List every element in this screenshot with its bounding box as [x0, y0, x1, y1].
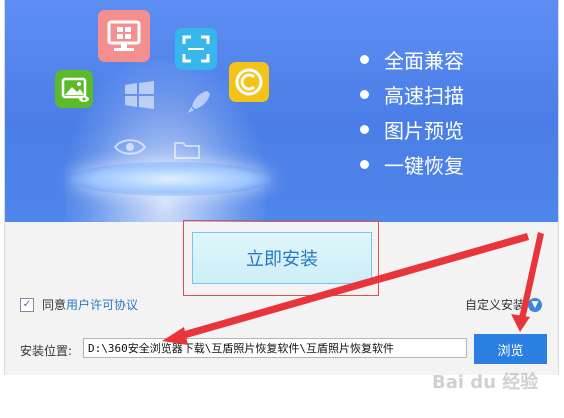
eye-icon [113, 136, 147, 158]
installer-window: 全面兼容 高速扫描 图片预览 一键恢复 [4, 0, 559, 375]
image-icon [55, 70, 93, 108]
bullet-dot [360, 90, 369, 99]
agree-label: 同意 [42, 298, 67, 312]
feature-label: 图片预览 [384, 119, 464, 143]
feature-item: 高速扫描 [360, 77, 464, 112]
install-location-label: 安装位置: [20, 344, 73, 358]
browse-button[interactable]: 浏览 [474, 334, 547, 364]
install-path-input[interactable] [83, 338, 467, 358]
install-now-button[interactable]: 立即安装 [192, 232, 372, 284]
watermark: Bai du 经验 [432, 372, 539, 393]
monitor-icon [98, 10, 150, 62]
feature-label: 一键恢复 [384, 154, 464, 178]
feature-list: 全面兼容 高速扫描 图片预览 一键恢复 [360, 42, 464, 182]
copyright-icon [229, 62, 269, 102]
scan-icon [175, 28, 217, 70]
glow-disc [71, 162, 271, 196]
feature-label: 全面兼容 [384, 49, 464, 73]
feature-item: 一键恢复 [360, 147, 464, 182]
agreement-row: ✓ 同意 用户许可协议 [20, 296, 138, 313]
license-link[interactable]: 用户许可协议 [66, 296, 138, 313]
bullet-dot [360, 160, 369, 169]
rocket-icon [185, 88, 213, 116]
chevron-down-icon[interactable]: ▼ [528, 297, 543, 312]
custom-install-label: 自定义安装 [465, 298, 526, 312]
bullet-dot [360, 125, 369, 134]
feature-item: 全面兼容 [360, 42, 464, 77]
custom-install-toggle[interactable]: 自定义安装 ▼ [465, 296, 543, 313]
hero-banner: 全面兼容 高速扫描 图片预览 一键恢复 [5, 0, 558, 222]
feature-item: 图片预览 [360, 112, 464, 147]
feature-label: 高速扫描 [384, 84, 464, 108]
bullet-dot [360, 55, 369, 64]
agree-checkbox[interactable]: ✓ [20, 297, 34, 312]
windows-logo-icon [123, 80, 157, 110]
folder-icon [173, 138, 201, 160]
